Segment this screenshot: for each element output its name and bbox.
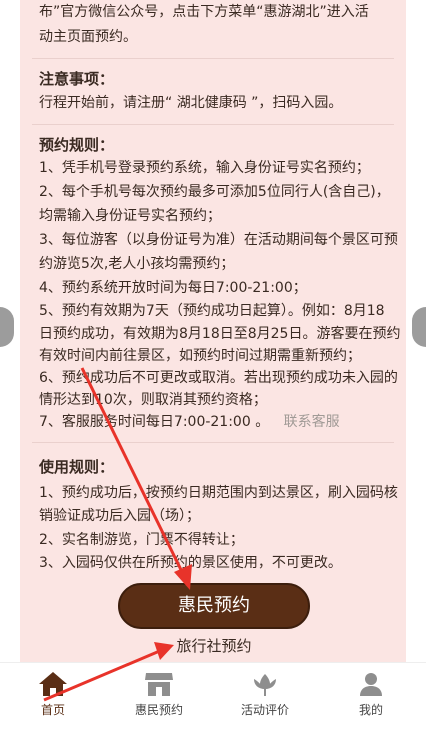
home-icon — [39, 672, 67, 696]
tab-label: 首页 — [40, 703, 65, 717]
tab-huimin-booking[interactable]: 惠民预约 — [106, 663, 212, 729]
contact-service-link[interactable]: 联系客服 — [284, 414, 340, 430]
booking-rule-line: 6、预约成功后不可更改或取消。若出现预约成功未入园的 — [39, 370, 398, 386]
divider — [32, 124, 394, 125]
usage-rule-line: 2、实名制游览，门票不得转让； — [39, 532, 244, 548]
booking-rule-line: 日预约成功，有效期为8月18日至8月25日。游客要在预约 — [39, 326, 401, 342]
booking-rule-line: 3、每位游客（以身份证号为准）在活动期间每个景区可预 — [39, 232, 398, 248]
booking-rule-line: 有效时间内前往景区，如预约时间过期需重新预约； — [39, 348, 361, 364]
shop-icon — [145, 673, 173, 696]
divider — [32, 442, 394, 443]
previous-arrow[interactable] — [0, 307, 14, 347]
user-icon — [360, 673, 382, 696]
notice-heading: 注意事项： — [39, 70, 115, 88]
booking-rule-line: 2、每个手机号每次预约最多可添加5位同行人(含自己)， — [39, 184, 390, 200]
booking-rule-line: 5、预约有效期为7天（预约成功日起算）。例如：8月18 — [39, 303, 385, 319]
travel-agency-booking-link[interactable]: 旅行社预约 — [171, 634, 257, 658]
huimin-booking-button[interactable]: 惠民预约 — [118, 583, 310, 629]
tab-activity-review[interactable]: 活动评价 — [212, 663, 318, 729]
tab-label: 活动评价 — [240, 703, 289, 717]
bottom-tab-bar: 首页 惠民预约 活动评价 我的 — [0, 662, 426, 729]
booking-rules-heading: 预约规则： — [39, 136, 115, 154]
tab-label: 我的 — [358, 703, 383, 717]
service-hours-text: 7、客服服务时间每日7:00-21:00 。 — [39, 414, 270, 430]
booking-rule-line: 情形达到10次，则取消其预约资格； — [39, 392, 267, 408]
next-arrow[interactable] — [412, 307, 426, 347]
booking-rule-line: 1、凭手机号登录预约系统，输入身份证号实名预约； — [39, 160, 370, 176]
usage-rule-line: 销验证成功后入园（场）； — [39, 508, 200, 524]
usage-rules-heading: 使用规则： — [39, 458, 115, 476]
booking-rule-line: 4、预约系统开放时间为每日7:00-21:00； — [39, 280, 307, 296]
booking-rule-line: 约游览5次,老人小孩均需预约； — [39, 256, 235, 272]
tab-home[interactable]: 首页 — [0, 663, 106, 729]
divider — [32, 58, 394, 59]
notice-text: 行程开始前，请注册“ 湖北健康码 ”，扫码入园。 — [39, 95, 343, 111]
flower-icon — [254, 674, 276, 696]
service-hours-line: 7、客服服务时间每日7:00-21:00 。 联系客服 — [39, 410, 340, 434]
intro-line-1: 布”官方微信公众号，点击下方菜单“惠游湖北”进入活 — [39, 4, 369, 20]
usage-rule-line: 1、预约成功后，按预约日期范围内到达景区，刷入园码核 — [39, 485, 398, 501]
booking-rule-line: 均需输入身份证号实名预约； — [39, 208, 221, 224]
intro-line-2: 动主页面预约。 — [39, 29, 137, 45]
usage-rule-line: 3、入园码仅供在所预约的景区使用，不可更改。 — [39, 555, 342, 571]
tab-label: 惠民预约 — [134, 703, 183, 717]
page: 布”官方微信公众号，点击下方菜单“惠游湖北”进入活 动主页面预约。 注意事项： … — [0, 0, 426, 729]
tab-mine[interactable]: 我的 — [318, 663, 424, 729]
